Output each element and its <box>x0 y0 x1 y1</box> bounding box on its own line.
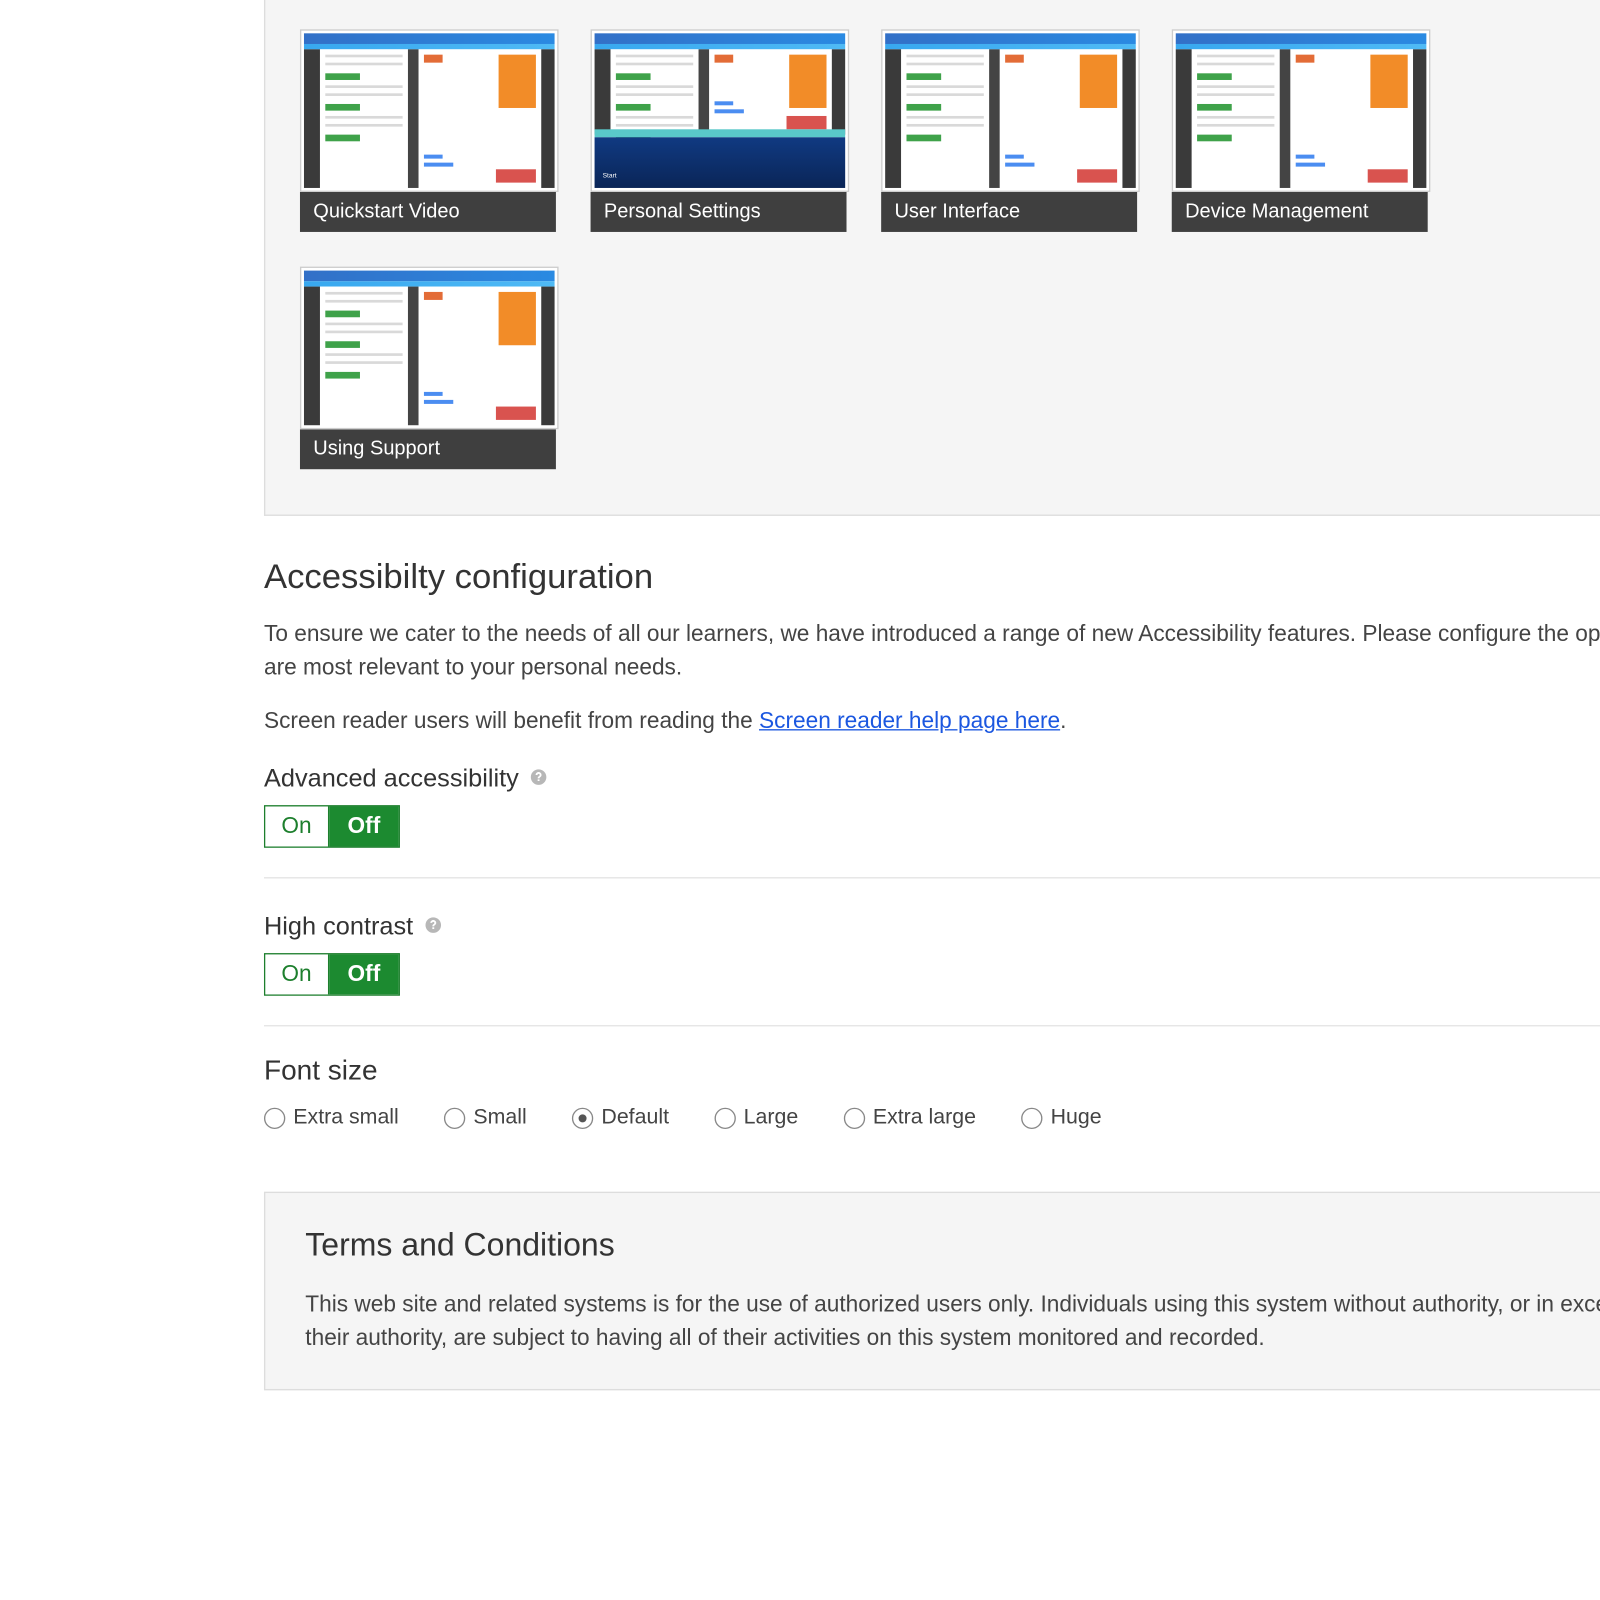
font-size-option[interactable]: Extra large <box>844 1106 976 1130</box>
terms-heading: Terms and Conditions <box>305 1228 1600 1265</box>
screen-reader-prefix: Screen reader users will benefit from re… <box>264 708 759 733</box>
video-gallery: Quickstart Video StartPersonal Settings Us… <box>300 29 1600 469</box>
advanced-accessibility-label: Advanced accessibility <box>264 765 519 794</box>
high-contrast-row: High contrast On Off <box>264 908 1600 1027</box>
video-card[interactable]: User Interface <box>881 29 1137 232</box>
font-size-option[interactable]: Small <box>444 1106 527 1130</box>
screen-reader-note: Screen reader users will benefit from re… <box>264 706 1600 739</box>
accessibility-intro: To ensure we cater to the needs of all o… <box>264 619 1600 685</box>
toggle-off[interactable]: Off <box>329 954 399 994</box>
video-card[interactable]: StartPersonal Settings <box>591 29 847 232</box>
font-size-option[interactable]: Default <box>572 1106 669 1130</box>
screen-reader-suffix: . <box>1060 708 1066 733</box>
font-size-option-label: Huge <box>1051 1106 1102 1130</box>
advanced-accessibility-row: Advanced accessibility On Off <box>264 760 1600 879</box>
video-thumbnail[interactable]: Start <box>591 29 850 192</box>
video-caption: Quickstart Video <box>300 192 556 232</box>
terms-panel: Terms and Conditions This web site and r… <box>264 1192 1600 1391</box>
font-size-options: Extra small Small Default Large Extra large H… <box>264 1106 1600 1167</box>
high-contrast-label: High contrast <box>264 913 413 942</box>
font-size-heading: Font size <box>264 1056 1600 1088</box>
font-size-option-label: Default <box>601 1106 669 1130</box>
toggle-on[interactable]: On <box>265 954 329 994</box>
radio-icon[interactable] <box>264 1108 285 1129</box>
help-icon[interactable] <box>529 765 548 784</box>
video-caption: Personal Settings <box>591 192 847 232</box>
screen-reader-link[interactable]: Screen reader help page here <box>759 708 1060 733</box>
radio-icon[interactable] <box>444 1108 465 1129</box>
font-size-option[interactable]: Extra small <box>264 1106 399 1130</box>
radio-icon[interactable] <box>844 1108 865 1129</box>
font-size-option[interactable]: Large <box>714 1106 798 1130</box>
radio-icon[interactable] <box>572 1108 593 1129</box>
high-contrast-toggle[interactable]: On Off <box>264 953 400 996</box>
font-size-option-label: Large <box>744 1106 799 1130</box>
video-thumbnail[interactable] <box>300 29 559 192</box>
toggle-on[interactable]: On <box>265 806 329 846</box>
font-size-option-label: Extra small <box>293 1106 398 1130</box>
video-card[interactable]: Device Management <box>1172 29 1428 232</box>
font-size-option-label: Extra large <box>873 1106 976 1130</box>
advanced-accessibility-toggle[interactable]: On Off <box>264 805 400 848</box>
font-size-option-label: Small <box>473 1106 526 1130</box>
video-caption: Device Management <box>1172 192 1428 232</box>
terms-body: This web site and related systems is for… <box>305 1289 1600 1355</box>
toggle-off[interactable]: Off <box>329 806 399 846</box>
radio-icon[interactable] <box>714 1108 735 1129</box>
video-caption: User Interface <box>881 192 1137 232</box>
accessibility-heading: Accessibilty configuration <box>264 556 1600 597</box>
video-card[interactable]: Quickstart Video <box>300 29 556 232</box>
radio-icon[interactable] <box>1021 1108 1042 1129</box>
help-icon[interactable] <box>424 913 443 932</box>
video-caption: Using Support <box>300 429 556 469</box>
video-gallery-panel: Quickstart Video StartPersonal Settings Us… <box>264 0 1600 516</box>
video-thumbnail[interactable] <box>881 29 1140 192</box>
video-thumbnail[interactable] <box>1172 29 1431 192</box>
font-size-option[interactable]: Huge <box>1021 1106 1101 1130</box>
video-thumbnail[interactable] <box>300 267 559 430</box>
video-card[interactable]: Using Support <box>300 267 556 470</box>
